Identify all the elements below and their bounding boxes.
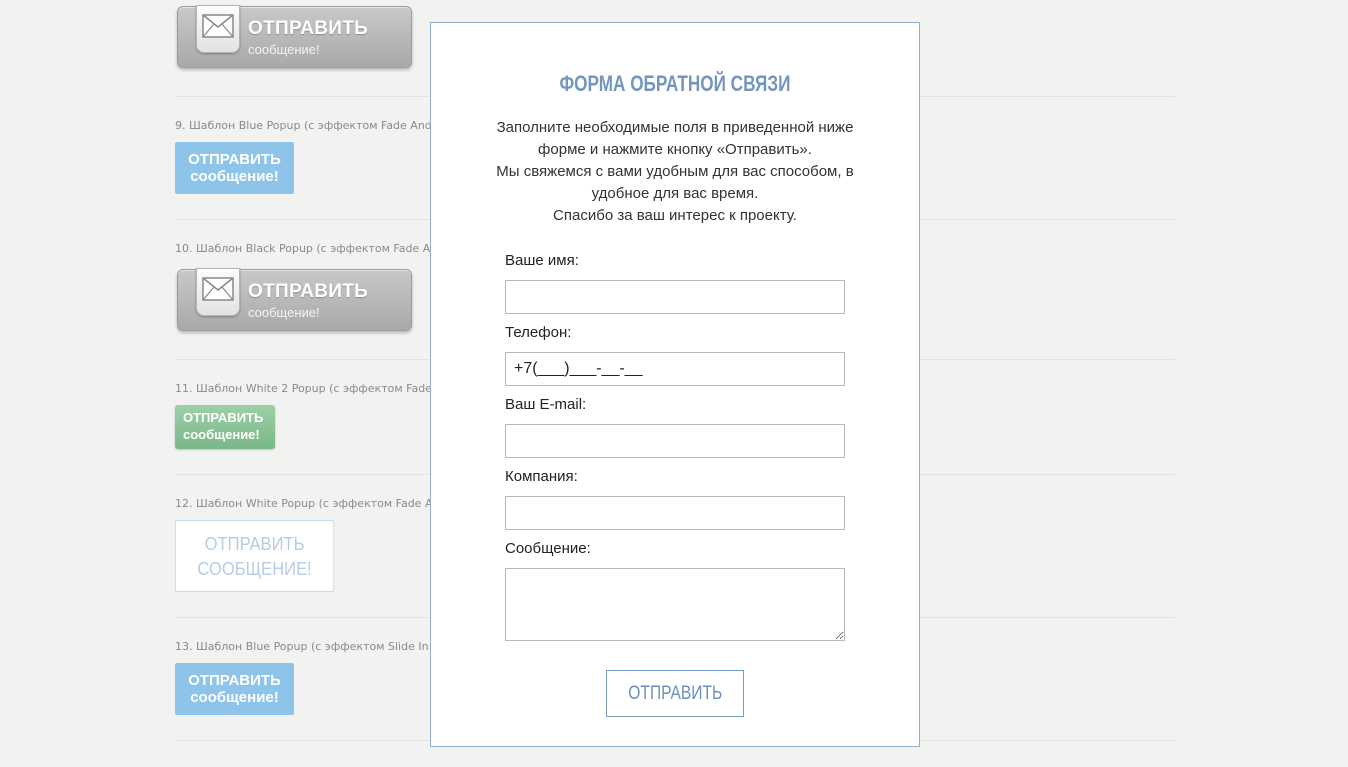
intro-line: Заполните необходимые поля в приведенной…: [496, 119, 854, 136]
gray-send-button-top[interactable]: ОТПРАВИТЬ сообщение!: [177, 5, 412, 68]
envelope-icon: [202, 14, 234, 38]
name-label: Ваше имя:: [505, 252, 579, 269]
submit-label: ОТПРАВИТЬ: [628, 682, 722, 704]
intro-line: удобное для вас время.: [591, 185, 759, 202]
page: ОТПРАВИТЬ сообщение! 9. Шаблон Blue Popu…: [0, 0, 1348, 767]
gray-send-button-10[interactable]: ОТПРАВИТЬ сообщение!: [177, 268, 412, 331]
button-line2: сообщение!: [183, 427, 260, 442]
section-label-13: 13. Шаблон Blue Popup (с эффектом Slide …: [175, 640, 429, 653]
company-input[interactable]: [505, 496, 845, 530]
section-label-9: 9. Шаблон Blue Popup (с эффектом Fade An…: [175, 119, 432, 132]
email-input[interactable]: [505, 424, 845, 458]
intro-line: форме и нажмите кнопку «Отправить».: [538, 141, 812, 158]
green-send-button-11[interactable]: ОТПРАВИТЬ сообщение!: [175, 405, 275, 449]
button-line2: сообщение!: [248, 42, 320, 57]
button-line1: ОТПРАВИТЬ: [248, 281, 369, 302]
button-line2: СООБЩЕНИЕ!: [197, 559, 312, 579]
blue-send-button-13[interactable]: ОТПРАВИТЬ сообщение!: [175, 663, 294, 715]
envelope-icon: [202, 277, 234, 301]
blue-send-button-9[interactable]: ОТПРАВИТЬ сообщение!: [175, 142, 294, 194]
white-send-button-12[interactable]: ОТПРАВИТЬ СООБЩЕНИЕ!: [175, 520, 335, 592]
intro-line: Мы свяжемся с вами удобным для вас спосо…: [496, 163, 854, 180]
button-line2: сообщение!: [190, 689, 279, 706]
button-line1: ОТПРАВИТЬ: [188, 672, 281, 689]
section-label-11: 11. Шаблон White 2 Popup (с эффектом Fad…: [175, 382, 432, 395]
modal-title: ФОРМА ОБРАТНОЙ СВЯЗИ: [559, 71, 791, 96]
email-label: Ваш E-mail:: [505, 396, 587, 413]
feedback-modal: ФОРМА ОБРАТНОЙ СВЯЗИ Заполните необходим…: [430, 22, 920, 747]
name-input[interactable]: [505, 280, 845, 314]
button-line1: ОТПРАВИТЬ: [248, 18, 369, 39]
button-line1: ОТПРАВИТЬ: [188, 151, 281, 168]
submit-button[interactable]: ОТПРАВИТЬ: [606, 670, 744, 717]
envelope-badge: [196, 268, 240, 316]
phone-input[interactable]: [505, 352, 845, 386]
button-line2: сообщение!: [248, 305, 320, 320]
intro-line: Спасибо за ваш интерес к проекту.: [553, 207, 797, 224]
button-line2: сообщение!: [190, 168, 279, 185]
company-label: Компания:: [505, 468, 578, 485]
phone-label: Телефон:: [505, 324, 572, 341]
section-label-12: 12. Шаблон White Popup (с эффектом Fade …: [175, 497, 433, 510]
envelope-badge: [196, 5, 240, 53]
modal-intro: Заполните необходимые поля в приведенной…: [471, 117, 879, 227]
message-label: Сообщение:: [505, 540, 591, 557]
section-label-10: 10. Шаблон Black Popup (с эффектом Fade …: [175, 242, 431, 255]
button-line1: ОТПРАВИТЬ: [204, 534, 305, 554]
message-textarea[interactable]: [505, 568, 845, 641]
button-line1: ОТПРАВИТЬ: [183, 410, 264, 425]
